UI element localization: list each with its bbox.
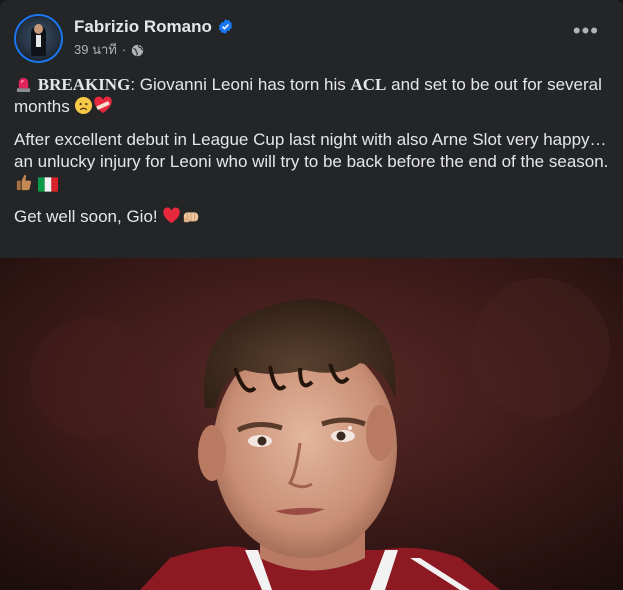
post-paragraph-2-text: After excellent debut in League Cup last…	[14, 130, 609, 171]
post-meta: 39 นาที ·	[74, 42, 144, 58]
post-header: Fabrizio Romano 39 นาที · •••	[14, 14, 609, 66]
author-name[interactable]: Fabrizio Romano	[74, 17, 212, 36]
breaking-text-a: : Giovanni Leoni has torn his	[130, 75, 351, 94]
post-paragraph-2: After excellent debut in League Cup last…	[14, 129, 609, 195]
italy-flag-icon	[37, 177, 58, 192]
author-name-row: Fabrizio Romano	[74, 17, 233, 37]
verified-badge-icon	[218, 19, 233, 34]
sad-face-icon	[75, 96, 93, 115]
fist-bump-icon	[184, 212, 199, 223]
siren-icon	[16, 77, 31, 93]
post-body: BREAKING: Giovanni Leoni has torn his AC…	[14, 74, 609, 239]
facebook-post: Fabrizio Romano 39 นาที · ••• BREAKING: …	[0, 0, 623, 590]
more-options-icon[interactable]: •••	[573, 20, 599, 42]
breaking-label: BREAKING	[37, 75, 131, 94]
player-photo	[0, 258, 623, 590]
red-heart-icon	[163, 207, 181, 224]
post-time[interactable]: 39 นาที	[74, 42, 117, 58]
post-paragraph-3: Get well soon, Gio!	[14, 206, 609, 228]
mending-heart-icon	[94, 96, 113, 114]
author-avatar[interactable]	[14, 14, 63, 63]
post-photo[interactable]	[0, 258, 623, 590]
globe-icon	[131, 44, 144, 56]
post-paragraph-1: BREAKING: Giovanni Leoni has torn his AC…	[14, 74, 609, 118]
thumbs-up-icon	[16, 174, 32, 191]
meta-separator: ·	[121, 42, 127, 57]
acl-text: ACL	[350, 75, 387, 94]
post-paragraph-3-text: Get well soon, Gio!	[14, 207, 163, 226]
